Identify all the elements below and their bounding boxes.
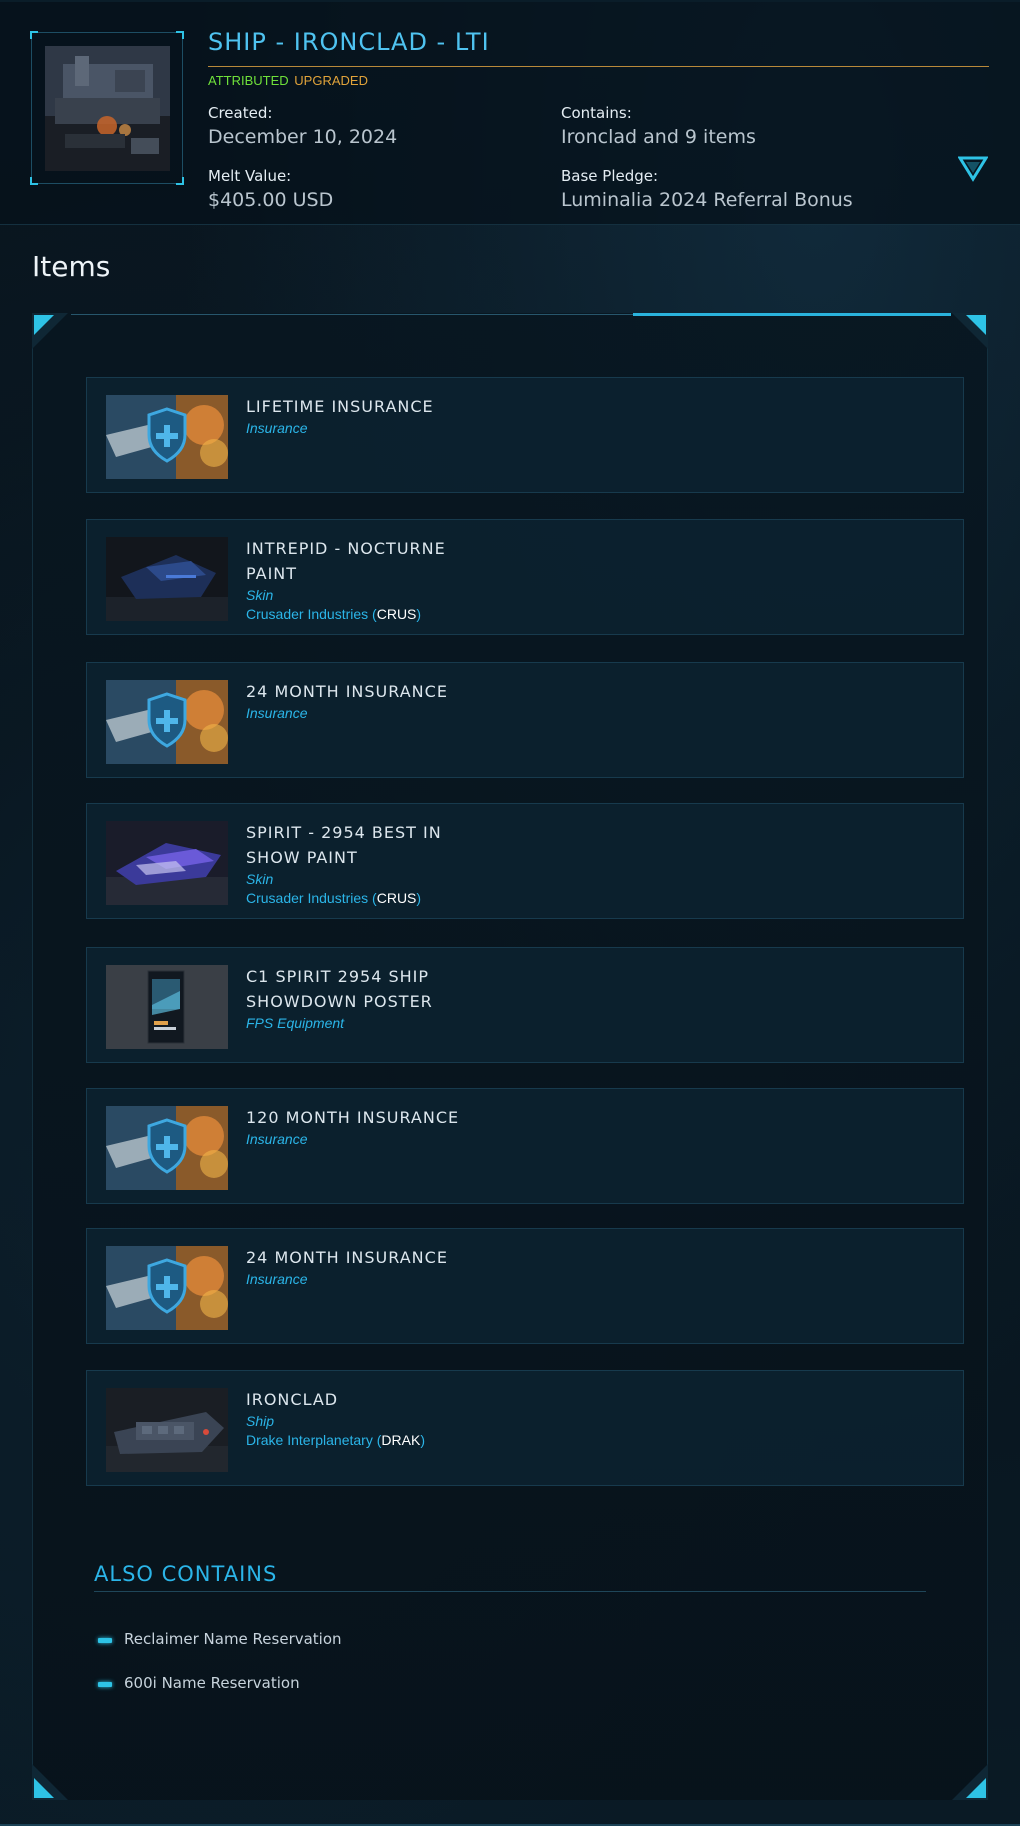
item-name: 24 MONTH INSURANCE Insurance	[246, 679, 476, 723]
also-contains-divider	[94, 1591, 926, 1592]
item-card[interactable]: INTREPID - NOCTURNE PAINT Skin Crusader Ind…	[86, 519, 964, 635]
panel-top-accent	[633, 313, 951, 316]
melt-value: $405.00 USD	[208, 189, 334, 211]
created-label: Created:	[208, 104, 273, 122]
attributed-tag: ATTRIBUTED	[208, 73, 289, 88]
item-image	[106, 680, 228, 764]
created-value: December 10, 2024	[208, 126, 398, 148]
melt-value-label: Melt Value:	[208, 167, 292, 185]
item-image	[106, 821, 228, 905]
triangle-down-icon[interactable]	[957, 156, 989, 182]
upgraded-tag: UPGRADED	[294, 73, 368, 88]
item-image	[106, 537, 228, 621]
panel-corner-icon	[952, 313, 988, 349]
item-type: Insurance	[246, 1271, 308, 1287]
item-name: 120 MONTH INSURANCE Insurance	[246, 1105, 476, 1149]
item-name: IRONCLAD Ship Drake Interplanetary (DRAK)	[246, 1387, 476, 1450]
item-name-line: 24 MONTH INSURANCE	[246, 1248, 448, 1267]
item-card[interactable]: SPIRIT - 2954 BEST IN SHOW PAINT Skin Crusa…	[86, 803, 964, 919]
manufacturer-close: )	[416, 606, 422, 622]
item-type: FPS Equipment	[246, 1015, 345, 1031]
item-image	[106, 1388, 228, 1472]
item-manufacturer: Drake Interplanetary (DRAK)	[246, 1431, 476, 1450]
item-name-line: 24 MONTH INSURANCE	[246, 682, 448, 701]
frame-corner	[30, 177, 38, 185]
item-manufacturer: Crusader Industries (CRUS)	[246, 605, 476, 624]
frame-corner	[30, 31, 38, 39]
item-card[interactable]: 24 MONTH INSURANCE Insurance	[86, 662, 964, 778]
panel-corner-icon	[32, 313, 68, 349]
item-name-line: SHOWDOWN POSTER	[246, 992, 433, 1011]
title-divider	[208, 66, 989, 67]
item-name-line: C1 SPIRIT 2954 SHIP	[246, 967, 430, 986]
item-name: SPIRIT - 2954 BEST IN SHOW PAINT Skin Crusa…	[246, 820, 476, 908]
item-card[interactable]: 24 MONTH INSURANCE Insurance	[86, 1228, 964, 1344]
item-name-line: LIFETIME INSURANCE	[246, 397, 434, 416]
item-type: Insurance	[246, 1131, 308, 1147]
pledge-thumbnail	[45, 46, 170, 171]
item-name-line: INTREPID - NOCTURNE	[246, 539, 446, 558]
also-contains-item: Reclaimer Name Reservation	[124, 1630, 342, 1648]
manufacturer-code: CRUS	[376, 890, 417, 906]
item-name: INTREPID - NOCTURNE PAINT Skin Crusader Ind…	[246, 536, 476, 624]
item-name-line: IRONCLAD	[246, 1390, 339, 1409]
manufacturer-close: )	[420, 1432, 425, 1448]
item-name-line: 120 MONTH INSURANCE	[246, 1108, 460, 1127]
item-image	[106, 1106, 228, 1190]
manufacturer-name: Crusader Industries (	[246, 890, 377, 906]
manufacturer-close: )	[416, 890, 422, 906]
pledge-tags: ATTRIBUTED UPGRADED	[208, 73, 368, 88]
bullet-icon	[98, 1682, 112, 1687]
pledge-header[interactable]: SHIP - IRONCLAD - LTI ATTRIBUTED UPGRADE…	[0, 0, 1020, 225]
manufacturer-code: CRUS	[376, 606, 417, 622]
base-pledge-value: Luminalia 2024 Referral Bonus	[561, 189, 853, 211]
contains-value: Ironclad and 9 items	[561, 126, 756, 148]
manufacturer-name: Drake Interplanetary (	[246, 1432, 382, 1448]
item-name-line: SHOW PAINT	[246, 848, 358, 867]
item-type: Ship	[246, 1413, 275, 1429]
pledge-thumbnail-frame	[30, 31, 184, 185]
base-pledge-label: Base Pledge:	[561, 167, 659, 185]
frame-corner	[176, 177, 184, 185]
panel-corner-icon	[32, 1764, 68, 1800]
item-name: C1 SPIRIT 2954 SHIP SHOWDOWN POSTER FPS Eq…	[246, 964, 476, 1033]
also-contains-item: 600i Name Reservation	[124, 1674, 300, 1692]
item-card[interactable]: LIFETIME INSURANCE Insurance	[86, 377, 964, 493]
items-heading: Items	[32, 250, 111, 283]
item-image	[106, 965, 228, 1049]
pledge-title: SHIP - IRONCLAD - LTI	[208, 28, 490, 56]
item-card[interactable]: 120 MONTH INSURANCE Insurance	[86, 1088, 964, 1204]
item-name: 24 MONTH INSURANCE Insurance	[246, 1245, 476, 1289]
manufacturer-name: Crusader Industries (	[246, 606, 377, 622]
panel-top-line	[71, 314, 633, 315]
item-type: Skin	[246, 871, 274, 887]
item-image	[106, 1246, 228, 1330]
item-manufacturer: Crusader Industries (CRUS)	[246, 889, 476, 908]
contains-label: Contains:	[561, 104, 632, 122]
bullet-icon	[98, 1638, 112, 1643]
panel-corner-icon	[952, 1764, 988, 1800]
item-type: Insurance	[246, 705, 308, 721]
item-card[interactable]: IRONCLAD Ship Drake Interplanetary (DRAK)	[86, 1370, 964, 1486]
item-name-line: SPIRIT - 2954 BEST IN	[246, 823, 442, 842]
item-name-line: PAINT	[246, 564, 298, 583]
item-type: Insurance	[246, 420, 308, 436]
item-card[interactable]: C1 SPIRIT 2954 SHIP SHOWDOWN POSTER FPS Eq…	[86, 947, 964, 1063]
item-name: LIFETIME INSURANCE Insurance	[246, 394, 476, 438]
also-contains-heading: ALSO CONTAINS	[94, 1562, 278, 1586]
item-type: Skin	[246, 587, 274, 603]
manufacturer-code: DRAK	[381, 1432, 421, 1448]
item-image	[106, 395, 228, 479]
frame-corner	[176, 31, 184, 39]
